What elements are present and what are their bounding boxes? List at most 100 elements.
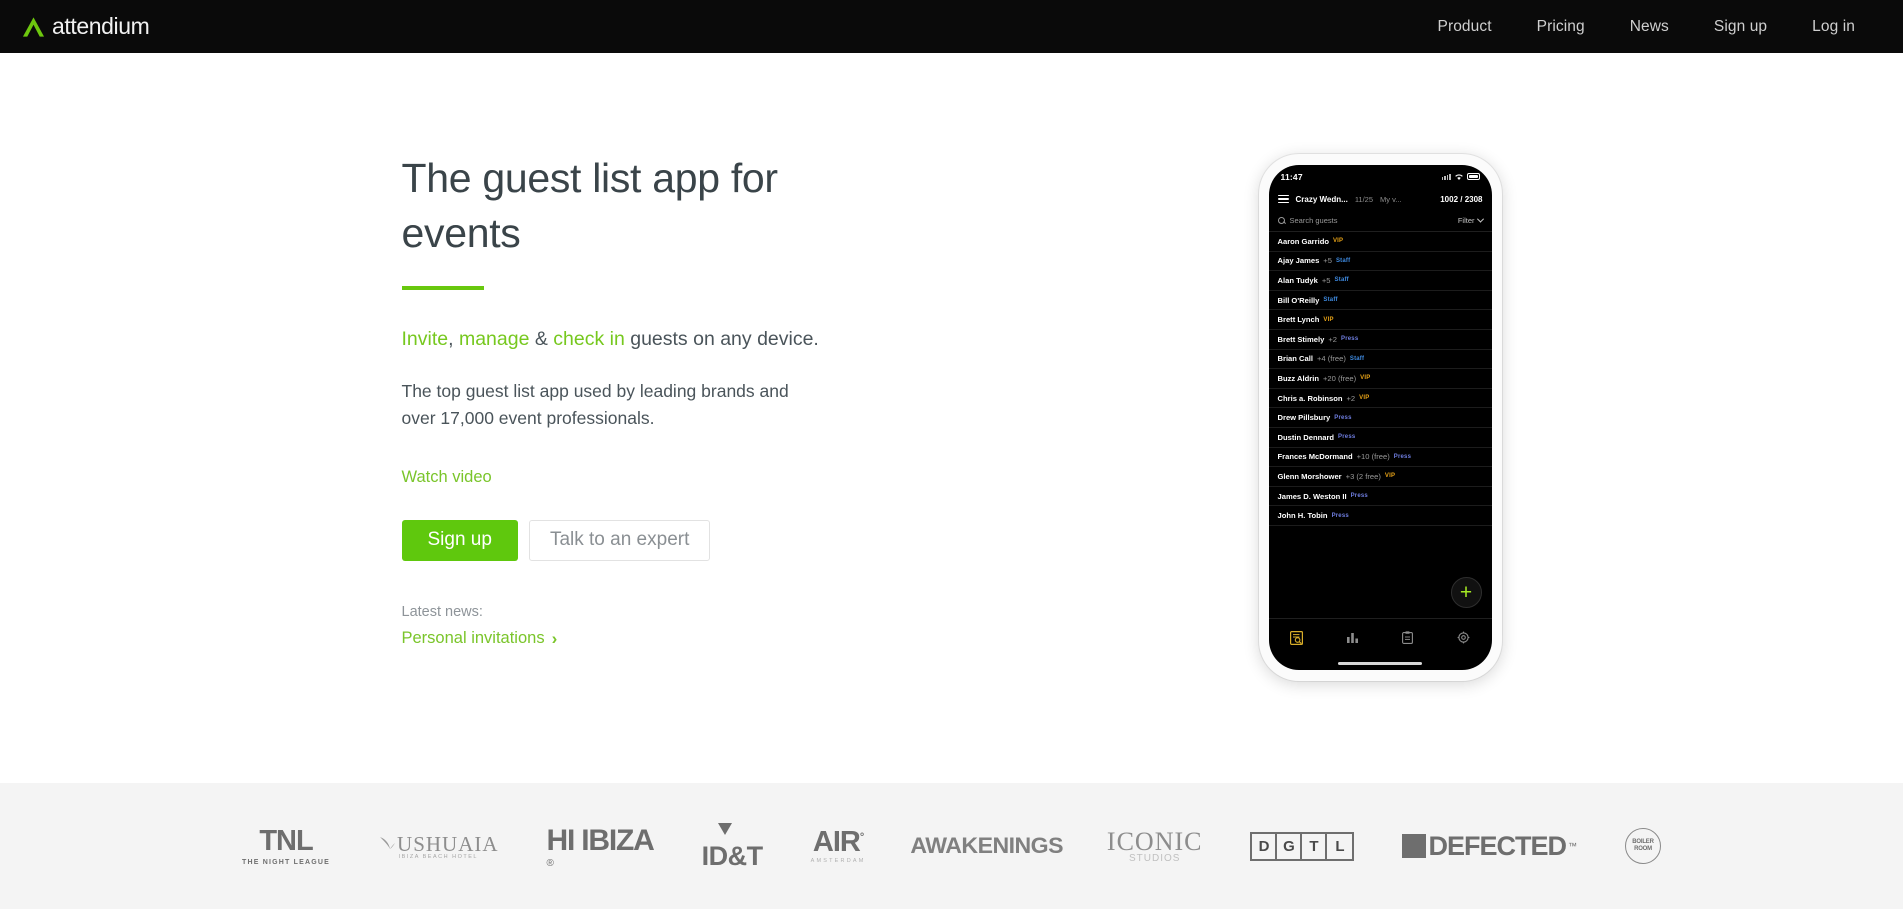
home-indicator bbox=[1269, 656, 1492, 670]
guest-list-item[interactable]: Alan Tudyk +5 Staff bbox=[1268, 271, 1492, 291]
chevron-right-icon: › bbox=[551, 628, 558, 648]
phone-notch bbox=[1326, 165, 1434, 186]
guest-list-item[interactable]: Brian Call +4 (free) Staff bbox=[1268, 350, 1492, 370]
latest-news-link-text: Personal invitations bbox=[401, 628, 545, 647]
battery-icon bbox=[1466, 173, 1480, 180]
brand-defected-sub: ™ bbox=[1568, 841, 1577, 851]
guest-plus-count: +5 bbox=[1321, 275, 1331, 285]
guest-list-item[interactable]: Frances McDormand +10 (free) Press bbox=[1268, 448, 1492, 468]
search-input-placeholder[interactable]: Search guests bbox=[1290, 216, 1338, 225]
guest-list-item[interactable]: Aaron Garrido VIP bbox=[1268, 232, 1492, 252]
guest-plus-count: +3 (2 free) bbox=[1345, 471, 1381, 481]
phone-screen: 11:47 Crazy Wedn... 11/25 My v... 1002 /… bbox=[1268, 165, 1492, 670]
guest-name: Glenn Morshower bbox=[1277, 471, 1342, 481]
guest-plus-count: +2 bbox=[1346, 393, 1356, 403]
guest-list-item[interactable]: John H. Tobin Press bbox=[1268, 506, 1492, 526]
hero-subline: Invite, manage & check in guests on any … bbox=[402, 325, 922, 354]
guest-tag-press: Press bbox=[1350, 493, 1368, 500]
guest-name: Aaron Garrido bbox=[1277, 236, 1329, 246]
guest-name: Ajay James bbox=[1277, 256, 1320, 266]
brand-dgtl-letter-d: D bbox=[1252, 833, 1278, 859]
nav-item-login[interactable]: Log in bbox=[1812, 18, 1855, 36]
talk-to-expert-button[interactable]: Talk to an expert bbox=[528, 519, 711, 561]
chevron-down-icon bbox=[1476, 215, 1484, 223]
guest-name: Bill O'Reilly bbox=[1277, 295, 1320, 305]
guest-tag-press: Press bbox=[1338, 434, 1356, 441]
brand-dgtl-boxes: D G T L bbox=[1250, 831, 1355, 861]
guest-plus-count: +4 (free) bbox=[1316, 354, 1346, 364]
brand-logo-air: AIR° AMSTERDAM bbox=[810, 826, 866, 865]
guest-tag-staff: Staff bbox=[1334, 277, 1349, 284]
event-name[interactable]: Crazy Wedn... bbox=[1296, 195, 1348, 204]
guest-list-icon bbox=[1289, 630, 1303, 645]
nav-item-product[interactable]: Product bbox=[1438, 18, 1492, 36]
tab-guest-list[interactable] bbox=[1269, 630, 1325, 645]
status-time: 11:47 bbox=[1280, 171, 1303, 182]
signup-button[interactable]: Sign up bbox=[401, 519, 518, 561]
brand-iconic-name: ICONIC bbox=[1106, 826, 1203, 856]
tab-statistics[interactable] bbox=[1324, 632, 1380, 644]
nav-item-news[interactable]: News bbox=[1630, 18, 1669, 36]
guest-name: Brian Call bbox=[1277, 354, 1313, 364]
guest-plus-count: +20 (free) bbox=[1322, 373, 1357, 383]
nav-item-pricing[interactable]: Pricing bbox=[1537, 18, 1585, 36]
brand-name: attendium bbox=[52, 13, 150, 39]
bottom-tab-bar bbox=[1268, 618, 1492, 656]
hamburger-menu-icon[interactable] bbox=[1277, 194, 1289, 204]
brand-logo-idt: ID&T bbox=[702, 821, 763, 872]
nav-item-signup[interactable]: Sign up bbox=[1714, 18, 1767, 36]
brand-logo-row: TNL THE NIGHT LEAGUE USHUAIA IBIZA BEACH… bbox=[242, 821, 1661, 872]
watch-video-link[interactable]: Watch video bbox=[402, 468, 492, 487]
guest-tag-vip: VIP bbox=[1332, 238, 1344, 245]
guest-list-item[interactable]: Bill O'Reilly Staff bbox=[1268, 291, 1492, 311]
hero-blurb: The top guest list app used by leading b… bbox=[401, 381, 789, 429]
subline-comma: , bbox=[448, 328, 459, 351]
cta-button-row: Sign up Talk to an expert bbox=[401, 519, 922, 561]
guest-tag-staff: Staff bbox=[1349, 355, 1365, 362]
latest-news-block: Latest news: Personal invitations › bbox=[402, 604, 922, 648]
latest-news-link[interactable]: Personal invitations › bbox=[402, 629, 558, 648]
brand-logo-tnl: TNL THE NIGHT LEAGUE bbox=[242, 826, 330, 866]
event-view-selector[interactable]: My v... bbox=[1380, 195, 1402, 204]
brand-logo-ushuaia: USHUAIA IBIZA BEACH HOTEL bbox=[378, 832, 499, 860]
guest-tag-staff: Staff bbox=[1323, 297, 1338, 304]
guest-list-item[interactable]: Ajay James +5 Staff bbox=[1268, 252, 1492, 272]
guest-list-item[interactable]: Brett Stimely +2 Press bbox=[1268, 330, 1492, 350]
guest-list[interactable]: Aaron Garrido VIP Ajay James +5 Staff Alan Tu… bbox=[1268, 232, 1492, 618]
subline-rest: guests on any device. bbox=[624, 328, 819, 351]
latest-news-label: Latest news: bbox=[401, 603, 483, 620]
guest-name: John H. Tobin bbox=[1277, 511, 1328, 521]
guest-list-item[interactable]: Buzz Aldrin +20 (free) VIP bbox=[1268, 369, 1492, 389]
tab-checklist[interactable] bbox=[1380, 631, 1436, 644]
guest-name: James D. Weston II bbox=[1277, 491, 1347, 501]
brand-dgtl-letter-l: L bbox=[1335, 837, 1345, 855]
attendium-triangle-logo-icon bbox=[22, 16, 45, 37]
guest-list-item[interactable]: James D. Weston II Press bbox=[1268, 487, 1492, 507]
brand-logo[interactable]: attendium bbox=[22, 13, 150, 40]
guest-list-item[interactable]: Dustin Dennard Press bbox=[1268, 428, 1492, 448]
add-guest-fab-button[interactable]: + bbox=[1450, 577, 1482, 608]
guest-tag-press: Press bbox=[1341, 336, 1359, 343]
guest-tag-staff: Staff bbox=[1335, 257, 1351, 264]
filter-dropdown[interactable]: Filter bbox=[1458, 215, 1484, 225]
brand-dgtl-letter-t: T bbox=[1302, 833, 1328, 859]
ushuaia-bird-icon bbox=[380, 836, 396, 849]
brand-ushuaia-sub: IBIZA BEACH HOTEL bbox=[398, 854, 478, 860]
guest-name: Chris a. Robinson bbox=[1277, 393, 1343, 403]
guest-list-item[interactable]: Glenn Morshower +3 (2 free) VIP bbox=[1268, 467, 1492, 487]
guest-search-bar[interactable]: Search guests Filter bbox=[1268, 210, 1492, 232]
guest-tag-vip: VIP bbox=[1359, 395, 1370, 402]
guest-name: Dustin Dennard bbox=[1277, 432, 1335, 442]
brand-awakenings-name: AWAKENINGS bbox=[909, 833, 1063, 858]
signal-dots-icon bbox=[1441, 173, 1451, 180]
top-navigation-bar: attendium Product Pricing News Sign up L… bbox=[0, 0, 1903, 53]
guest-list-item[interactable]: Drew Pillsbury Press bbox=[1268, 408, 1492, 428]
guest-list-item[interactable]: Chris a. Robinson +2 VIP bbox=[1268, 389, 1492, 409]
wifi-icon bbox=[1454, 173, 1463, 180]
tab-settings[interactable] bbox=[1436, 631, 1492, 644]
search-icon bbox=[1277, 217, 1285, 224]
guest-list-item[interactable]: Brett Lynch VIP bbox=[1268, 310, 1492, 330]
guest-name: Brett Lynch bbox=[1277, 315, 1320, 325]
guest-plus-count: +5 bbox=[1323, 256, 1332, 266]
guest-name: Brett Stimely bbox=[1277, 334, 1325, 344]
